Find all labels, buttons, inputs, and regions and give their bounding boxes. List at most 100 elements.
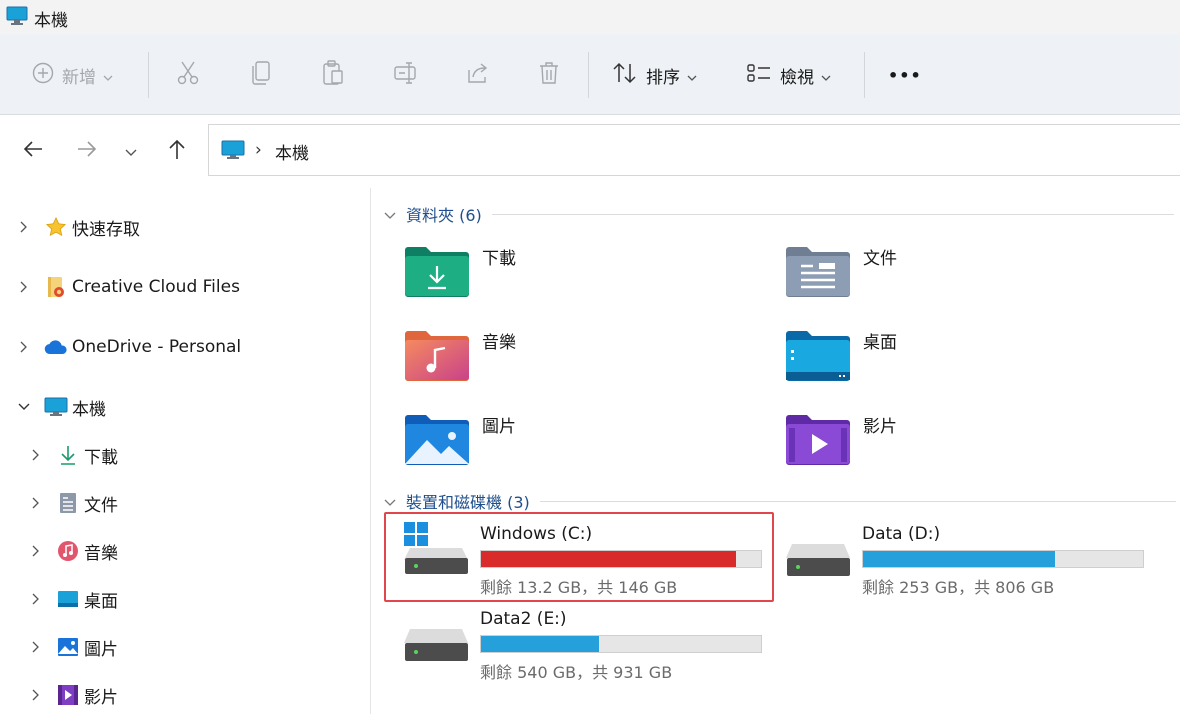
sort-label: 排序: [646, 67, 680, 88]
sidebar-item-label: 快速存取: [72, 219, 140, 240]
scissors-icon: [176, 60, 200, 90]
pane-divider: [370, 188, 371, 714]
sidebar-item-pictures[interactable]: 圖片: [28, 632, 118, 662]
drive-free-space: 剩餘 253 GB，共 806 GB: [862, 578, 1055, 597]
folder-label: 音樂: [482, 333, 516, 353]
chevron-right-icon: [28, 497, 44, 509]
drive-name: Data2 (E:): [480, 609, 567, 629]
drive-usage-bar: [480, 635, 762, 653]
breadcrumb-separator: ›: [255, 140, 262, 160]
chevron-right-icon: [28, 545, 44, 557]
windows-drive-icon: [404, 522, 470, 580]
sidebar-item-label: 影片: [84, 687, 118, 708]
copy-button[interactable]: [250, 58, 272, 92]
sidebar-item-this-pc[interactable]: 本機: [16, 392, 106, 422]
sidebar-item-desktop[interactable]: 桌面: [28, 584, 118, 614]
sidebar-item-documents[interactable]: 文件: [28, 488, 118, 518]
folder-label: 圖片: [482, 417, 516, 437]
sort-icon: [612, 61, 638, 89]
drives-section-header[interactable]: 裝置和磁碟機 (3): [384, 489, 1176, 513]
chevron-down-icon: [384, 492, 396, 511]
download-icon: [56, 443, 80, 467]
folder-label: 下載: [482, 249, 516, 269]
computer-icon: [221, 140, 245, 164]
arrow-right-icon: [76, 139, 98, 163]
arrow-up-icon: [167, 138, 187, 164]
sidebar-item-label: 下載: [84, 447, 118, 468]
drive-usage-fill: [481, 551, 736, 567]
folders-section-header[interactable]: 資料夾 (6): [384, 202, 1174, 226]
window-title: 本機: [34, 11, 68, 31]
chevron-down-icon: [821, 66, 831, 85]
music-icon: [56, 539, 80, 563]
trash-icon: [538, 60, 560, 90]
download-folder-icon: [404, 246, 470, 302]
sidebar-item-label: Creative Cloud Files: [72, 277, 240, 297]
sidebar-item-videos[interactable]: 影片: [28, 680, 118, 710]
view-button[interactable]: 檢視: [746, 58, 831, 92]
share-button[interactable]: [465, 58, 491, 92]
section-divider: [539, 500, 1176, 502]
hard-drive-icon: [786, 544, 852, 582]
chevron-right-icon: [16, 221, 32, 233]
desktop-folder-icon: [785, 330, 851, 386]
sidebar-item-creative-cloud[interactable]: Creative Cloud Files: [16, 272, 240, 302]
drive-usage-bar: [862, 550, 1144, 568]
folder-label: 桌面: [863, 333, 897, 353]
computer-icon: [44, 395, 68, 419]
arrow-left-icon: [22, 139, 44, 163]
breadcrumb-this-pc[interactable]: 本機: [275, 139, 309, 164]
new-label: 新增: [62, 67, 96, 88]
folder-label: 影片: [863, 417, 897, 437]
sidebar-item-downloads[interactable]: 下載: [28, 440, 118, 470]
drive-usage-fill: [481, 636, 599, 652]
star-icon: [44, 215, 68, 239]
video-icon: [56, 683, 80, 707]
section-title: 裝置和磁碟機 (3): [406, 493, 530, 512]
rename-button[interactable]: [393, 58, 419, 92]
folder-label: 文件: [863, 249, 897, 269]
document-icon: [56, 491, 80, 515]
back-button[interactable]: [18, 136, 48, 166]
chevron-right-icon: [28, 641, 44, 653]
recent-locations-button[interactable]: [116, 136, 146, 166]
new-button[interactable]: 新增: [32, 58, 113, 92]
clipboard-icon: [321, 60, 345, 90]
address-bar[interactable]: › 本機: [208, 124, 1180, 176]
video-folder-icon: [785, 414, 851, 470]
cut-button[interactable]: [176, 58, 200, 92]
sidebar-item-quick-access[interactable]: 快速存取: [16, 212, 140, 242]
view-label: 檢視: [780, 67, 814, 88]
toolbar-divider: [864, 52, 865, 98]
sidebar-item-onedrive[interactable]: OneDrive - Personal: [16, 332, 241, 362]
sidebar-item-music[interactable]: 音樂: [28, 536, 118, 566]
computer-icon: [6, 6, 28, 30]
more-options-button[interactable]: •••: [888, 58, 922, 92]
chevron-down-icon: [384, 205, 396, 224]
desktop-icon: [56, 587, 80, 611]
command-bar: 新增 排序 檢視 •••: [0, 34, 1180, 115]
up-button[interactable]: [162, 136, 192, 166]
copy-icon: [250, 60, 272, 90]
delete-button[interactable]: [538, 58, 560, 92]
chevron-down-icon: [687, 66, 697, 85]
drive-free-space: 剩餘 540 GB，共 931 GB: [480, 663, 673, 682]
view-icon: [746, 62, 772, 88]
chevron-down-icon: [103, 66, 113, 85]
share-icon: [465, 60, 491, 90]
toolbar-divider: [588, 52, 589, 98]
sidebar-item-label: 音樂: [84, 543, 118, 564]
document-folder-icon: [785, 246, 851, 302]
forward-button[interactable]: [72, 136, 102, 166]
creative-cloud-folder-icon: [44, 275, 68, 299]
chevron-right-icon: [16, 341, 32, 353]
sidebar-item-label: 圖片: [84, 639, 118, 660]
picture-icon: [56, 635, 80, 659]
paste-button[interactable]: [321, 58, 345, 92]
sort-button[interactable]: 排序: [612, 58, 697, 92]
sidebar-item-label: 桌面: [84, 591, 118, 612]
chevron-right-icon: [28, 449, 44, 461]
drive-usage-bar: [480, 550, 762, 568]
chevron-right-icon: [16, 281, 32, 293]
section-title: 資料夾 (6): [406, 206, 482, 225]
